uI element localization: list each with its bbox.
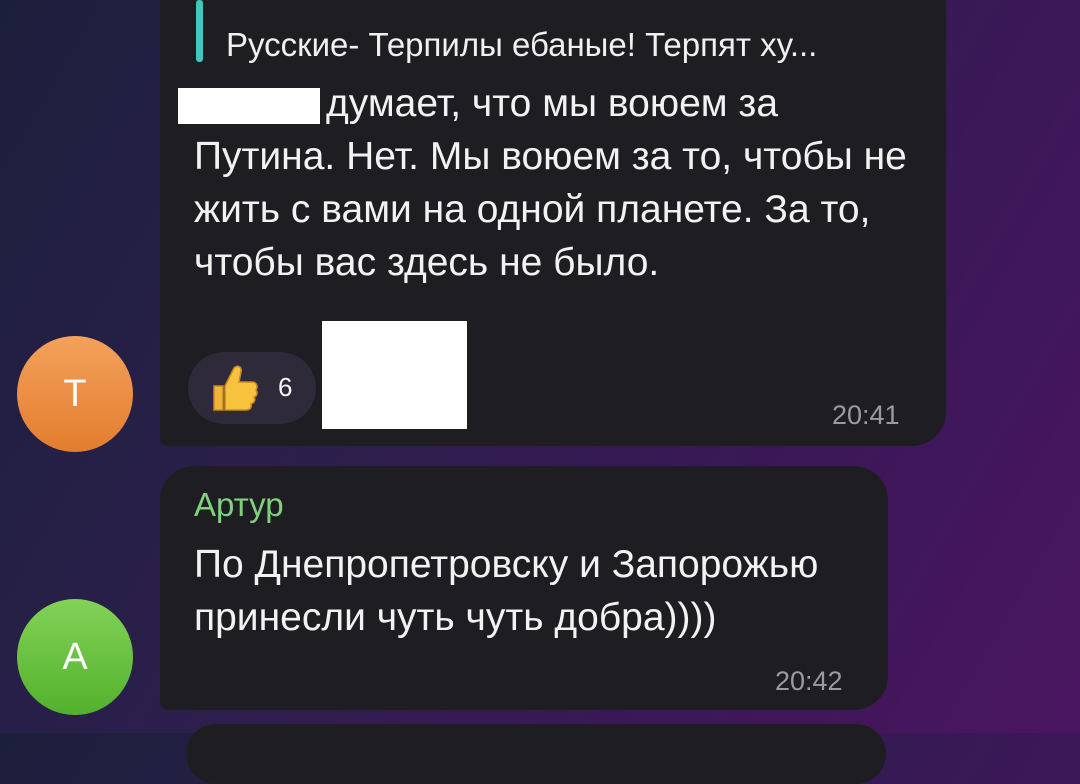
thumbs-up-icon — [213, 365, 258, 411]
avatar-letter: Т — [63, 372, 87, 415]
reaction-thumbs-up[interactable]: 6 — [188, 352, 316, 424]
reply-preview-text[interactable]: Русские- Терпилы ебаные! Терпят ху... — [226, 26, 817, 64]
reply-quote-bar — [196, 0, 203, 62]
avatar[interactable]: А — [17, 599, 133, 715]
sender-name[interactable]: Артур — [194, 486, 284, 524]
message-bubble[interactable] — [186, 724, 886, 784]
redaction-box — [322, 321, 467, 429]
avatar-letter: А — [62, 635, 88, 678]
reaction-count: 6 — [278, 372, 293, 402]
message-timestamp: 20:41 — [832, 400, 900, 430]
avatar[interactable]: Т — [17, 336, 133, 452]
redaction-box — [178, 88, 320, 124]
message-timestamp: 20:42 — [775, 666, 843, 696]
message-text: По Днепропетровску и Запорожью принесли … — [194, 543, 819, 639]
